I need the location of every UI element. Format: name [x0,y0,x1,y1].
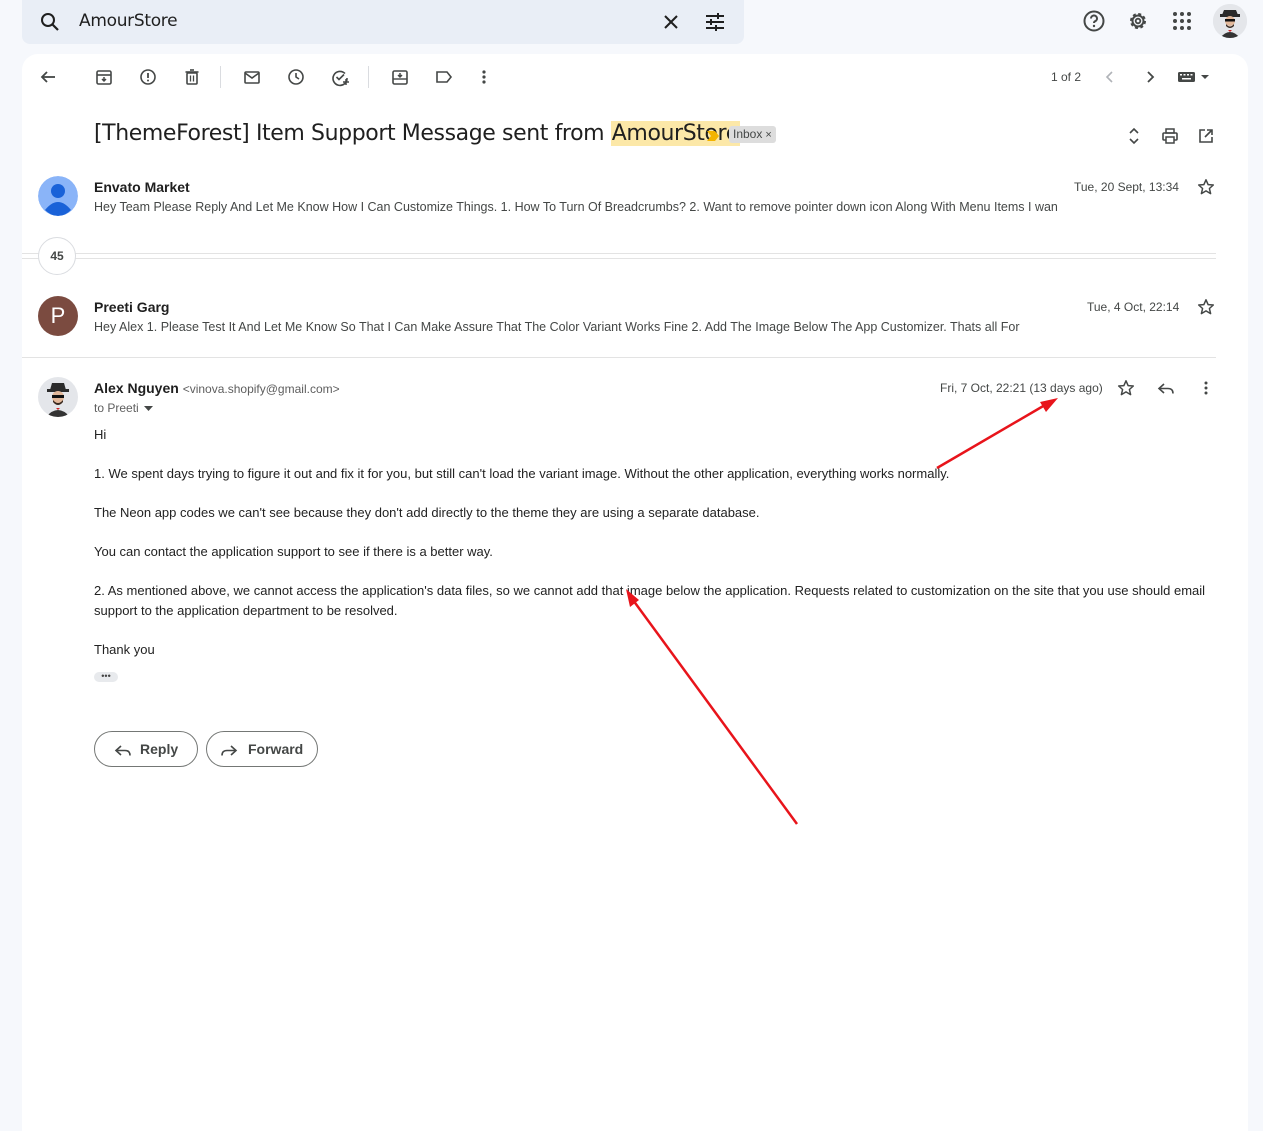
sender-avatar [38,377,78,417]
body-paragraph: 1. We spent days trying to figure it out… [94,466,950,481]
snooze-clock-icon[interactable] [286,67,306,87]
reply-icon [114,741,132,759]
message-date: Tue, 4 Oct, 22:14 [1087,300,1180,314]
toolbar-divider [368,66,369,88]
message-date: Tue, 20 Sept, 13:34 [1074,180,1179,194]
search-bar[interactable]: AmourStore [22,0,744,44]
collapsed-divider [22,253,1216,254]
pagination-count: 1 of 2 [1051,70,1082,84]
account-avatar[interactable] [1213,4,1247,38]
subject-search-highlight: AmourStore [610,121,740,146]
sender-name: Envato Market [94,179,190,195]
archive-icon[interactable] [94,67,114,87]
avatar-default [38,176,78,216]
more-vert-icon[interactable] [474,67,494,87]
search-input[interactable]: AmourStore [79,11,178,31]
thread-panel: 1 of 2 [ThemeForest] Item Support Messag… [22,54,1248,1131]
older-chevron-right-icon[interactable] [1140,67,1160,87]
thread-subject: [ThemeForest] Item Support Message sent … [94,121,740,146]
show-trimmed-content-button[interactable]: ••• [94,672,118,682]
reply-icon[interactable] [1157,379,1175,397]
reply-button-label: Reply [140,741,179,757]
newer-chevron-left-icon[interactable] [1100,67,1120,87]
search-icon[interactable] [38,10,62,34]
delete-trash-icon[interactable] [182,67,202,87]
sender-name: Preeti Garg [94,299,170,315]
forward-button-label: Forward [248,741,304,757]
forward-button[interactable]: Forward [206,731,318,767]
help-icon[interactable] [1081,8,1107,34]
sender-email: <vinova.shopify@gmail.com> [182,382,340,396]
recipient-details[interactable]: to Preeti [94,401,153,415]
details-dropdown-icon[interactable] [143,405,153,412]
sender-name-text: Alex Nguyen [94,380,179,396]
body-paragraph: The Neon app codes we can't see because … [94,505,760,520]
move-to-icon[interactable] [390,67,410,87]
back-arrow-icon[interactable] [38,67,58,87]
body-paragraph: You can contact the application support … [94,544,493,559]
reply-button[interactable]: Reply [94,731,198,767]
subject-text: [ThemeForest] Item Support Message sent … [94,121,611,146]
input-tools-keyboard-icon[interactable] [1176,67,1214,87]
body-paragraph: 2. As mentioned above, we cannot access … [94,583,1206,618]
report-spam-icon[interactable] [138,67,158,87]
clear-search-icon[interactable] [659,10,683,34]
star-icon[interactable] [1117,379,1135,397]
mark-unread-icon[interactable] [242,67,262,87]
search-options-icon[interactable] [703,10,727,34]
message-snippet: Hey Alex 1. Please Test It And Let Me Kn… [94,320,1020,334]
settings-gear-icon[interactable] [1125,8,1151,34]
open-new-window-icon[interactable] [1196,126,1216,146]
remove-label-icon[interactable]: × [765,129,771,141]
print-icon[interactable] [1160,126,1180,146]
avatar-letter: P [38,296,78,336]
body-closing: Thank you [94,642,155,657]
label-chip-inbox[interactable]: Inbox × [729,126,776,143]
importance-marker-icon[interactable] [706,130,720,142]
label-tag-icon[interactable] [434,67,454,87]
forward-icon [220,741,238,759]
body-greeting: Hi [94,427,107,442]
sender-name: Alex Nguyen <vinova.shopify@gmail.com> [94,380,340,396]
collapsed-messages-count[interactable]: 45 [38,237,76,275]
message-snippet: Hey Team Please Reply And Let Me Know Ho… [94,200,1058,214]
star-icon[interactable] [1197,298,1215,316]
recipient-text: to Preeti [94,401,139,415]
label-chip-text: Inbox [733,127,763,141]
star-icon[interactable] [1197,178,1215,196]
message-date: Fri, 7 Oct, 22:21 (13 days ago) [940,381,1103,395]
apps-grid-icon[interactable] [1169,8,1195,34]
message-more-vert-icon[interactable] [1197,379,1215,397]
toolbar-divider [220,66,221,88]
add-to-tasks-icon[interactable] [330,67,350,87]
expand-all-icon[interactable] [1124,126,1144,146]
message-divider [22,357,1216,358]
collapsed-divider [22,258,1216,259]
